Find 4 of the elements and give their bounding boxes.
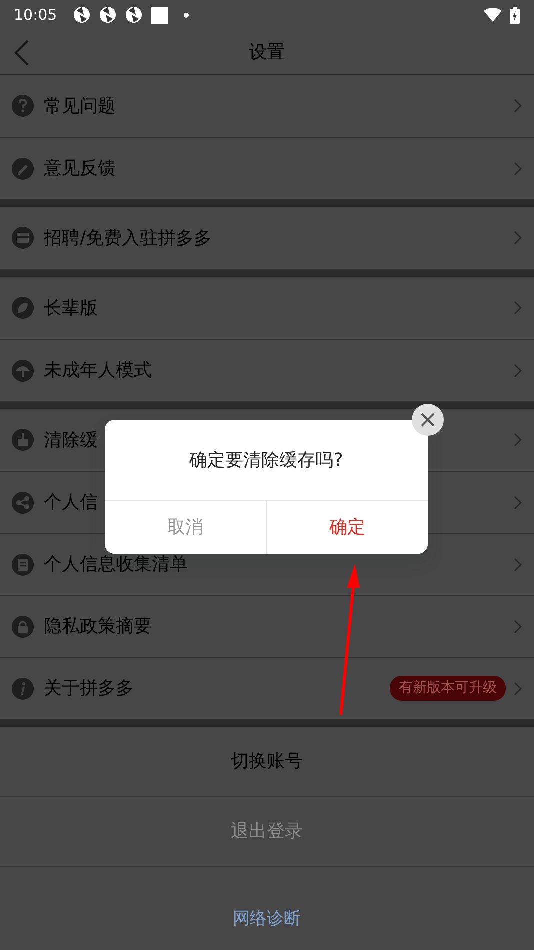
update-badge: 有新版本可升级 [390,676,506,701]
dialog-message: 确定要清除缓存吗? [190,448,344,472]
status-time: 10:05 [14,4,58,26]
page-title: 设置 [249,40,285,64]
